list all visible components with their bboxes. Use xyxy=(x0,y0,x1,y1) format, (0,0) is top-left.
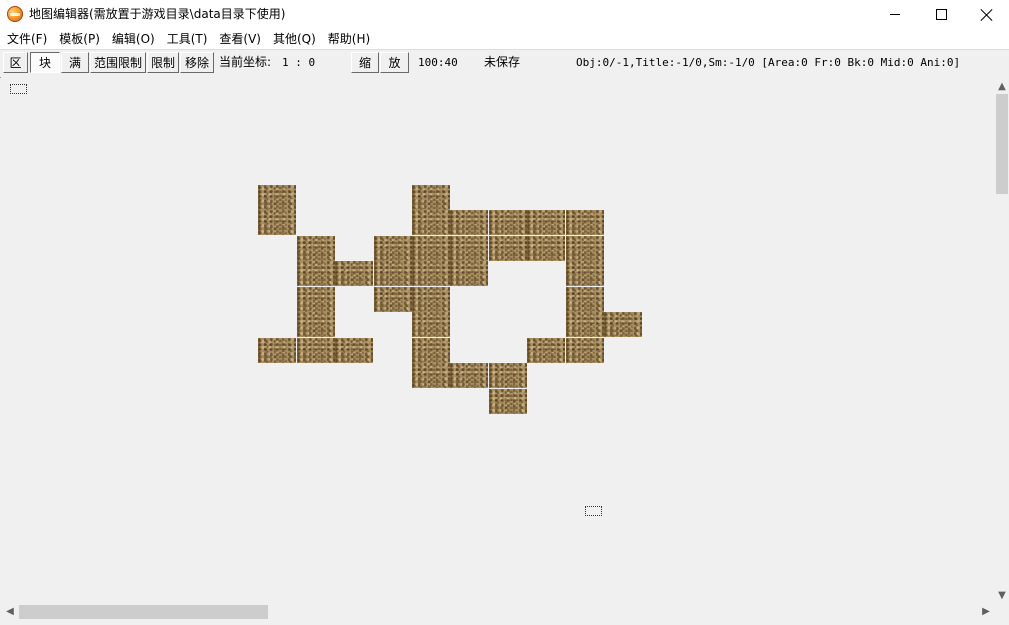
map-canvas[interactable] xyxy=(1,77,995,603)
map-tile[interactable] xyxy=(489,363,527,388)
map-tile[interactable] xyxy=(412,287,450,312)
scroll-left-icon[interactable]: ◀ xyxy=(3,603,17,620)
menu-bar: 文件(F) 模板(P) 编辑(O) 工具(T) 查看(V) 其他(Q) 帮助(H… xyxy=(0,29,1009,49)
map-tile[interactable] xyxy=(489,210,527,235)
menu-view[interactable]: 查看(V) xyxy=(213,29,267,49)
selection-marker xyxy=(10,84,27,94)
minimize-icon xyxy=(890,14,900,15)
map-tile[interactable] xyxy=(374,236,412,261)
map-tile[interactable] xyxy=(297,261,335,286)
scrollbar-corner xyxy=(995,603,1009,620)
shrink-button[interactable]: 缩 xyxy=(351,52,379,73)
maximize-icon xyxy=(935,9,947,20)
map-tile[interactable] xyxy=(297,312,335,337)
map-tile[interactable] xyxy=(297,236,335,261)
map-tile[interactable] xyxy=(489,236,527,261)
map-tile[interactable] xyxy=(450,261,488,286)
map-tile[interactable] xyxy=(258,185,296,210)
remove-button[interactable]: 移除 xyxy=(180,52,214,73)
map-tile[interactable] xyxy=(297,338,335,363)
enlarge-button[interactable]: 放 xyxy=(380,52,409,73)
map-tile[interactable] xyxy=(527,338,565,363)
save-status: 未保存 xyxy=(484,55,521,69)
map-tile[interactable] xyxy=(566,210,604,235)
horizontal-scroll-thumb[interactable] xyxy=(19,605,268,619)
area-button[interactable]: 区 xyxy=(3,52,28,73)
map-tile[interactable] xyxy=(566,261,604,286)
map-tile[interactable] xyxy=(412,363,450,388)
map-size: 100:40 xyxy=(418,56,458,69)
full-button[interactable]: 满 xyxy=(61,52,89,73)
map-tile[interactable] xyxy=(335,261,373,286)
map-tile[interactable] xyxy=(566,236,604,261)
scroll-down-icon[interactable]: ▼ xyxy=(995,589,1009,602)
map-tile[interactable] xyxy=(412,261,450,286)
map-tile[interactable] xyxy=(527,236,565,261)
close-icon xyxy=(981,9,993,21)
map-tile[interactable] xyxy=(412,312,450,337)
block-button[interactable]: 块 xyxy=(30,52,60,73)
map-tile[interactable] xyxy=(450,363,488,388)
menu-other[interactable]: 其他(Q) xyxy=(267,29,322,49)
map-tile[interactable] xyxy=(258,210,296,235)
menu-file[interactable]: 文件(F) xyxy=(1,29,53,49)
limit-button[interactable]: 限制 xyxy=(147,52,179,73)
menu-tools[interactable]: 工具(T) xyxy=(161,29,214,49)
map-tile[interactable] xyxy=(412,185,450,210)
map-tile[interactable] xyxy=(374,261,412,286)
map-stats: Obj:0/-1,Title:-1/0,Sm:-1/0 [Area:0 Fr:0… xyxy=(576,56,961,69)
map-tile[interactable] xyxy=(412,338,450,363)
scroll-up-icon[interactable]: ▲ xyxy=(995,80,1009,93)
map-tile[interactable] xyxy=(566,287,604,312)
range-limit-button[interactable]: 范围限制 xyxy=(90,52,146,73)
map-tile[interactable] xyxy=(566,338,604,363)
map-tile[interactable] xyxy=(374,287,412,312)
map-tile[interactable] xyxy=(258,338,296,363)
map-tile[interactable] xyxy=(335,338,373,363)
app-icon xyxy=(7,6,23,22)
maximize-button[interactable] xyxy=(918,0,964,29)
map-tile[interactable] xyxy=(527,210,565,235)
map-tile[interactable] xyxy=(604,312,642,337)
minimize-button[interactable] xyxy=(872,0,918,29)
cursor-marker xyxy=(585,506,602,516)
scroll-right-icon[interactable]: ▶ xyxy=(979,603,993,620)
map-tile[interactable] xyxy=(297,287,335,312)
map-tile[interactable] xyxy=(412,210,450,235)
menu-edit[interactable]: 编辑(O) xyxy=(106,29,161,49)
map-tile[interactable] xyxy=(412,236,450,261)
close-button[interactable] xyxy=(964,0,1009,29)
map-tile[interactable] xyxy=(566,312,604,337)
coord-value: 1 : 0 xyxy=(282,56,316,69)
map-tile[interactable] xyxy=(489,389,527,414)
menu-help[interactable]: 帮助(H) xyxy=(322,29,376,49)
map-tile[interactable] xyxy=(450,236,488,261)
map-tile[interactable] xyxy=(450,210,488,235)
vertical-scroll-thumb[interactable] xyxy=(996,94,1008,194)
menu-template[interactable]: 模板(P) xyxy=(53,29,106,49)
coord-label: 当前坐标: xyxy=(219,55,272,69)
window-title: 地图编辑器(需放置于游戏目录\data目录下使用) xyxy=(29,7,286,21)
